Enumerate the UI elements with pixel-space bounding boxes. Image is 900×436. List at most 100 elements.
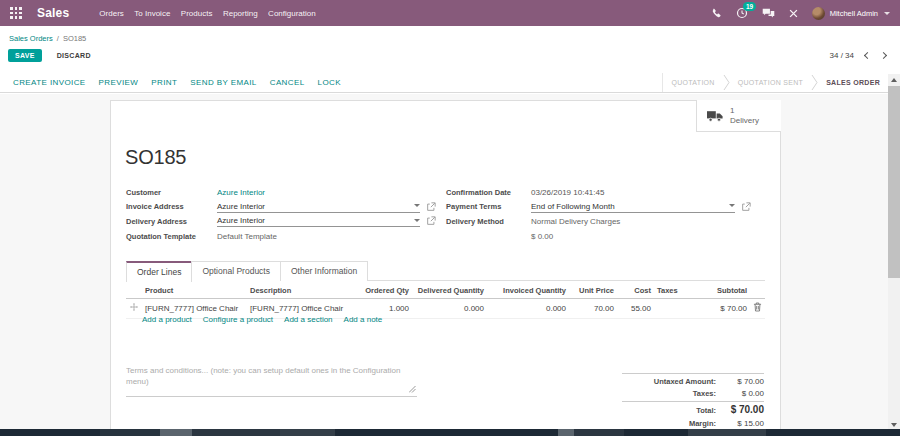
taxes-label: Taxes: (693, 389, 716, 398)
send-by-email-button[interactable]: SEND BY EMAIL (190, 78, 256, 87)
scrollbar-thumb[interactable] (888, 86, 900, 278)
col-ordered-qty[interactable]: Ordered Qty (357, 284, 412, 299)
status-quotation-sent[interactable]: QUOTATION SENT (730, 73, 811, 92)
payment-terms-label: Payment Terms (446, 202, 531, 211)
payment-terms-field[interactable]: End of Following Month (531, 201, 735, 213)
quotation-template-label: Quotation Template (126, 232, 217, 241)
internal-link-icon[interactable] (741, 202, 751, 212)
col-unit-price[interactable]: Unit Price (569, 284, 617, 299)
order-title: SO185 (125, 146, 186, 169)
col-product[interactable]: Product (142, 284, 247, 299)
cell-subtotal[interactable]: $ 70.00 (692, 299, 750, 319)
add-a-note-link[interactable]: Add a note (344, 315, 383, 324)
cell-cost[interactable]: 55.00 (617, 299, 654, 319)
field-groups: Customer Azure Interior Invoice Address … (126, 185, 765, 243)
apps-menu-icon[interactable] (10, 7, 22, 19)
status-arrow-icon (811, 73, 818, 92)
odoo-app: Sales Orders To Invoice Products Reporti… (0, 0, 900, 436)
scroll-up-icon[interactable] (891, 78, 897, 82)
col-invoiced-qty[interactable]: Invoiced Quantity (487, 284, 569, 299)
truck-icon (707, 110, 723, 122)
save-button[interactable]: SAVE (8, 49, 42, 62)
menu-products[interactable]: Products (181, 9, 213, 18)
phone-icon[interactable] (711, 8, 722, 19)
menu-reporting[interactable]: Reporting (223, 9, 258, 18)
cell-delivered-qty[interactable]: 0.000 (412, 299, 487, 319)
status-arrow-icon (723, 73, 730, 92)
breadcrumb: Sales Orders / SO185 (0, 31, 86, 45)
add-a-product-link[interactable]: Add a product (142, 315, 192, 324)
col-subtotal[interactable]: Subtotal (692, 284, 750, 299)
activity-badge: 19 (743, 2, 755, 11)
col-delivered-qty[interactable]: Delivered Quantity (412, 284, 487, 299)
activity-icon[interactable]: 19 (736, 7, 748, 19)
app-title[interactable]: Sales (37, 6, 69, 20)
cell-taxes[interactable] (654, 299, 692, 319)
discard-button[interactable]: DISCARD (50, 49, 98, 62)
order-lines-table: Product Description Ordered Qty Delivere… (126, 284, 765, 319)
margin-row: Margin: $ 15.00 (622, 417, 764, 429)
untaxed-amount-row: Untaxed Amount: $ 70.00 (622, 373, 764, 388)
configure-a-product-link[interactable]: Configure a product (203, 315, 273, 324)
vertical-scrollbar[interactable] (888, 74, 900, 436)
tab-order-lines[interactable]: Order Lines (126, 261, 192, 282)
delivery-method-amount: $ 0.00 (531, 232, 553, 241)
nav-menus: Orders To Invoice Products Reporting Con… (99, 9, 315, 18)
col-description[interactable]: Description (247, 284, 357, 299)
preview-button[interactable]: PREVIEW (99, 78, 139, 87)
col-taxes[interactable]: Taxes (654, 284, 692, 299)
form-sheet: 1 Delivery SO185 Customer Azure Interior… (110, 100, 781, 436)
top-navbar: Sales Orders To Invoice Products Reporti… (0, 0, 900, 26)
quotation-template-value: Default Template (217, 232, 277, 241)
messages-icon[interactable] (762, 8, 775, 19)
tab-optional-products[interactable]: Optional Products (191, 261, 281, 281)
breadcrumb-sales-orders[interactable]: Sales Orders (9, 34, 53, 43)
tab-other-information[interactable]: Other Information (280, 261, 368, 281)
dropdown-caret-icon[interactable] (414, 204, 420, 207)
delivery-address-field[interactable]: Azure Interior (217, 215, 420, 227)
status-bar: QUOTATION QUOTATION SENT SALES ORDER (662, 73, 888, 92)
debug-icon[interactable] (789, 9, 798, 18)
cell-unit-price[interactable]: 70.00 (569, 299, 617, 319)
taxes-row: Taxes: $ 0.00 (622, 388, 764, 400)
internal-link-icon[interactable] (426, 202, 436, 212)
lock-button[interactable]: LOCK (318, 78, 341, 87)
customer-value[interactable]: Azure Interior (217, 188, 265, 197)
cell-invoiced-qty[interactable]: 0.000 (487, 299, 569, 319)
delete-line-icon[interactable] (750, 299, 765, 319)
delivery-method-label: Delivery Method (446, 217, 531, 226)
user-menu[interactable]: Mitchell Admin (812, 7, 890, 20)
scroll-down-icon[interactable] (891, 423, 897, 427)
invoice-address-field[interactable]: Azure Interior (217, 201, 420, 213)
field-group-left: Customer Azure Interior Invoice Address … (126, 185, 446, 243)
cancel-button[interactable]: CANCEL (270, 78, 305, 87)
pager-next-icon[interactable] (880, 52, 887, 59)
resize-handle-icon[interactable] (409, 379, 416, 397)
menu-orders[interactable]: Orders (99, 9, 123, 18)
col-cost[interactable]: Cost (617, 284, 654, 299)
internal-link-icon[interactable] (426, 216, 436, 226)
terms-textarea[interactable] (126, 365, 417, 397)
status-sales-order[interactable]: SALES ORDER (818, 73, 888, 92)
invoice-address-label: Invoice Address (126, 202, 217, 211)
control-panel-buttons: SAVE DISCARD (0, 49, 98, 62)
delivery-address-label: Delivery Address (126, 217, 217, 226)
delivery-count: 1 (730, 106, 759, 116)
add-a-section-link[interactable]: Add a section (284, 315, 332, 324)
pager-previous-icon[interactable] (864, 52, 871, 59)
margin-label: Margin: (689, 419, 716, 428)
delivery-label: Delivery (730, 116, 759, 126)
table-header-row: Product Description Ordered Qty Delivere… (126, 284, 765, 299)
menu-to-invoice[interactable]: To Invoice (134, 9, 170, 18)
drag-handle-icon[interactable] (126, 299, 142, 319)
print-button[interactable]: PRINT (151, 78, 177, 87)
status-quotation[interactable]: QUOTATION (663, 73, 722, 92)
delivery-stat-button[interactable]: 1 Delivery (696, 100, 781, 132)
chevron-down-icon (884, 12, 890, 15)
menu-configuration[interactable]: Configuration (268, 9, 316, 18)
confirmation-date-label: Confirmation Date (446, 188, 531, 197)
create-invoice-button[interactable]: CREATE INVOICE (13, 78, 86, 87)
dropdown-caret-icon[interactable] (414, 219, 420, 222)
dropdown-caret-icon[interactable] (729, 204, 735, 207)
pager: 34 / 34 (830, 51, 886, 60)
